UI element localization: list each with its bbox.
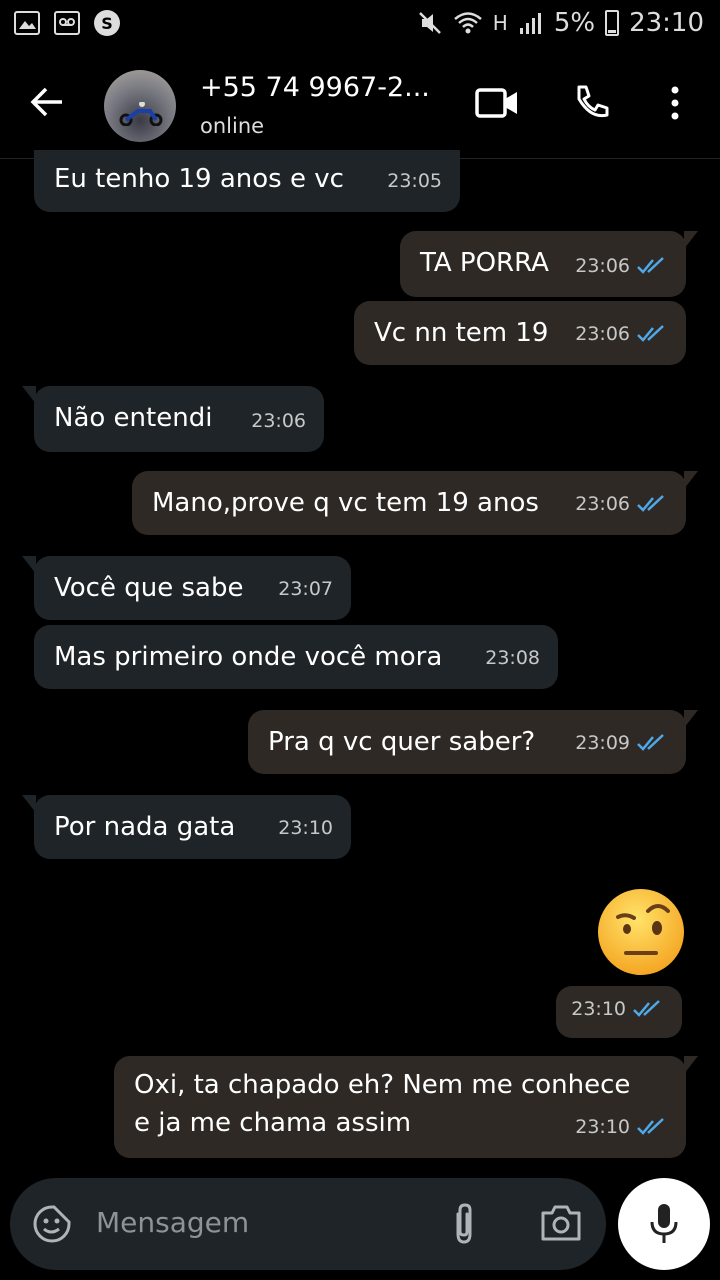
- shazam-icon: S: [94, 10, 120, 36]
- message-outgoing[interactable]: TA PORRA 23:06: [400, 231, 698, 297]
- more-options-icon[interactable]: [652, 80, 698, 126]
- message-time: 23:08: [485, 647, 540, 669]
- mute-icon: [418, 12, 441, 34]
- attach-icon[interactable]: [450, 1202, 478, 1250]
- message-input-bar[interactable]: Mensagem: [10, 1178, 606, 1270]
- message-outgoing[interactable]: Vc nn tem 19 23:06: [354, 301, 686, 365]
- read-ticks-icon: [637, 325, 664, 342]
- message-time: 23:10: [278, 817, 333, 839]
- message-time: 23:06: [575, 323, 630, 345]
- message-time: 23:10: [571, 998, 626, 1020]
- network-type: H: [492, 11, 508, 35]
- signal-icon: [519, 13, 541, 34]
- contact-name[interactable]: +55 74 9967-2...: [200, 72, 430, 103]
- read-ticks-icon: [633, 1000, 660, 1017]
- message-time: 23:05: [387, 170, 442, 192]
- message-time: 23:06: [251, 410, 306, 432]
- chat-header: +55 74 9967-2... online: [0, 50, 720, 159]
- message-outgoing-time: 23:10: [556, 986, 682, 1038]
- message-time: 23:06: [575, 255, 630, 277]
- read-ticks-icon: [637, 1118, 664, 1135]
- message-time: 23:10: [575, 1116, 630, 1138]
- read-ticks-icon: [637, 257, 664, 274]
- message-outgoing[interactable]: Oxi, ta chapado eh? Nem me conhece e ja …: [114, 1056, 698, 1158]
- message-incoming[interactable]: Não entendi 23:06: [22, 386, 324, 452]
- contact-avatar[interactable]: [104, 70, 176, 142]
- video-call-icon[interactable]: [474, 80, 520, 126]
- read-ticks-icon: [637, 495, 664, 512]
- message-input[interactable]: Mensagem: [96, 1206, 249, 1239]
- message-time: 23:07: [278, 578, 333, 600]
- voicemail-notification-icon: [54, 11, 80, 35]
- clock: 23:10: [629, 8, 704, 38]
- read-ticks-icon: [637, 734, 664, 751]
- message-incoming[interactable]: Mas primeiro onde você mora 23:08: [34, 625, 558, 689]
- message-incoming[interactable]: Você que sabe 23:07: [22, 556, 351, 620]
- message-outgoing[interactable]: Mano,prove q vc tem 19 anos 23:06: [132, 471, 698, 535]
- microphone-icon: [650, 1204, 678, 1243]
- gallery-notification-icon: [14, 11, 40, 35]
- camera-icon[interactable]: [540, 1204, 582, 1246]
- sticker-icon[interactable]: [32, 1204, 72, 1248]
- emoji-message[interactable]: [596, 887, 686, 977]
- contact-status: online: [200, 114, 265, 138]
- message-time: 23:06: [575, 493, 630, 515]
- status-bar: S H 5% 23:10: [0, 0, 720, 50]
- message-time: 23:09: [575, 732, 630, 754]
- message-incoming[interactable]: Por nada gata 23:10: [22, 795, 351, 859]
- battery-percent: 5%: [553, 8, 596, 38]
- message-outgoing[interactable]: Pra q vc quer saber? 23:09: [248, 710, 698, 774]
- microphone-button[interactable]: [618, 1178, 710, 1270]
- face-with-raised-eyebrow-icon: [598, 889, 684, 975]
- battery-icon: [605, 10, 620, 36]
- back-arrow-icon[interactable]: [28, 82, 68, 122]
- phone-call-icon[interactable]: [568, 80, 614, 126]
- message-incoming[interactable]: Eu tenho 19 anos e vc 23:05: [34, 150, 460, 212]
- wifi-icon: [453, 12, 482, 34]
